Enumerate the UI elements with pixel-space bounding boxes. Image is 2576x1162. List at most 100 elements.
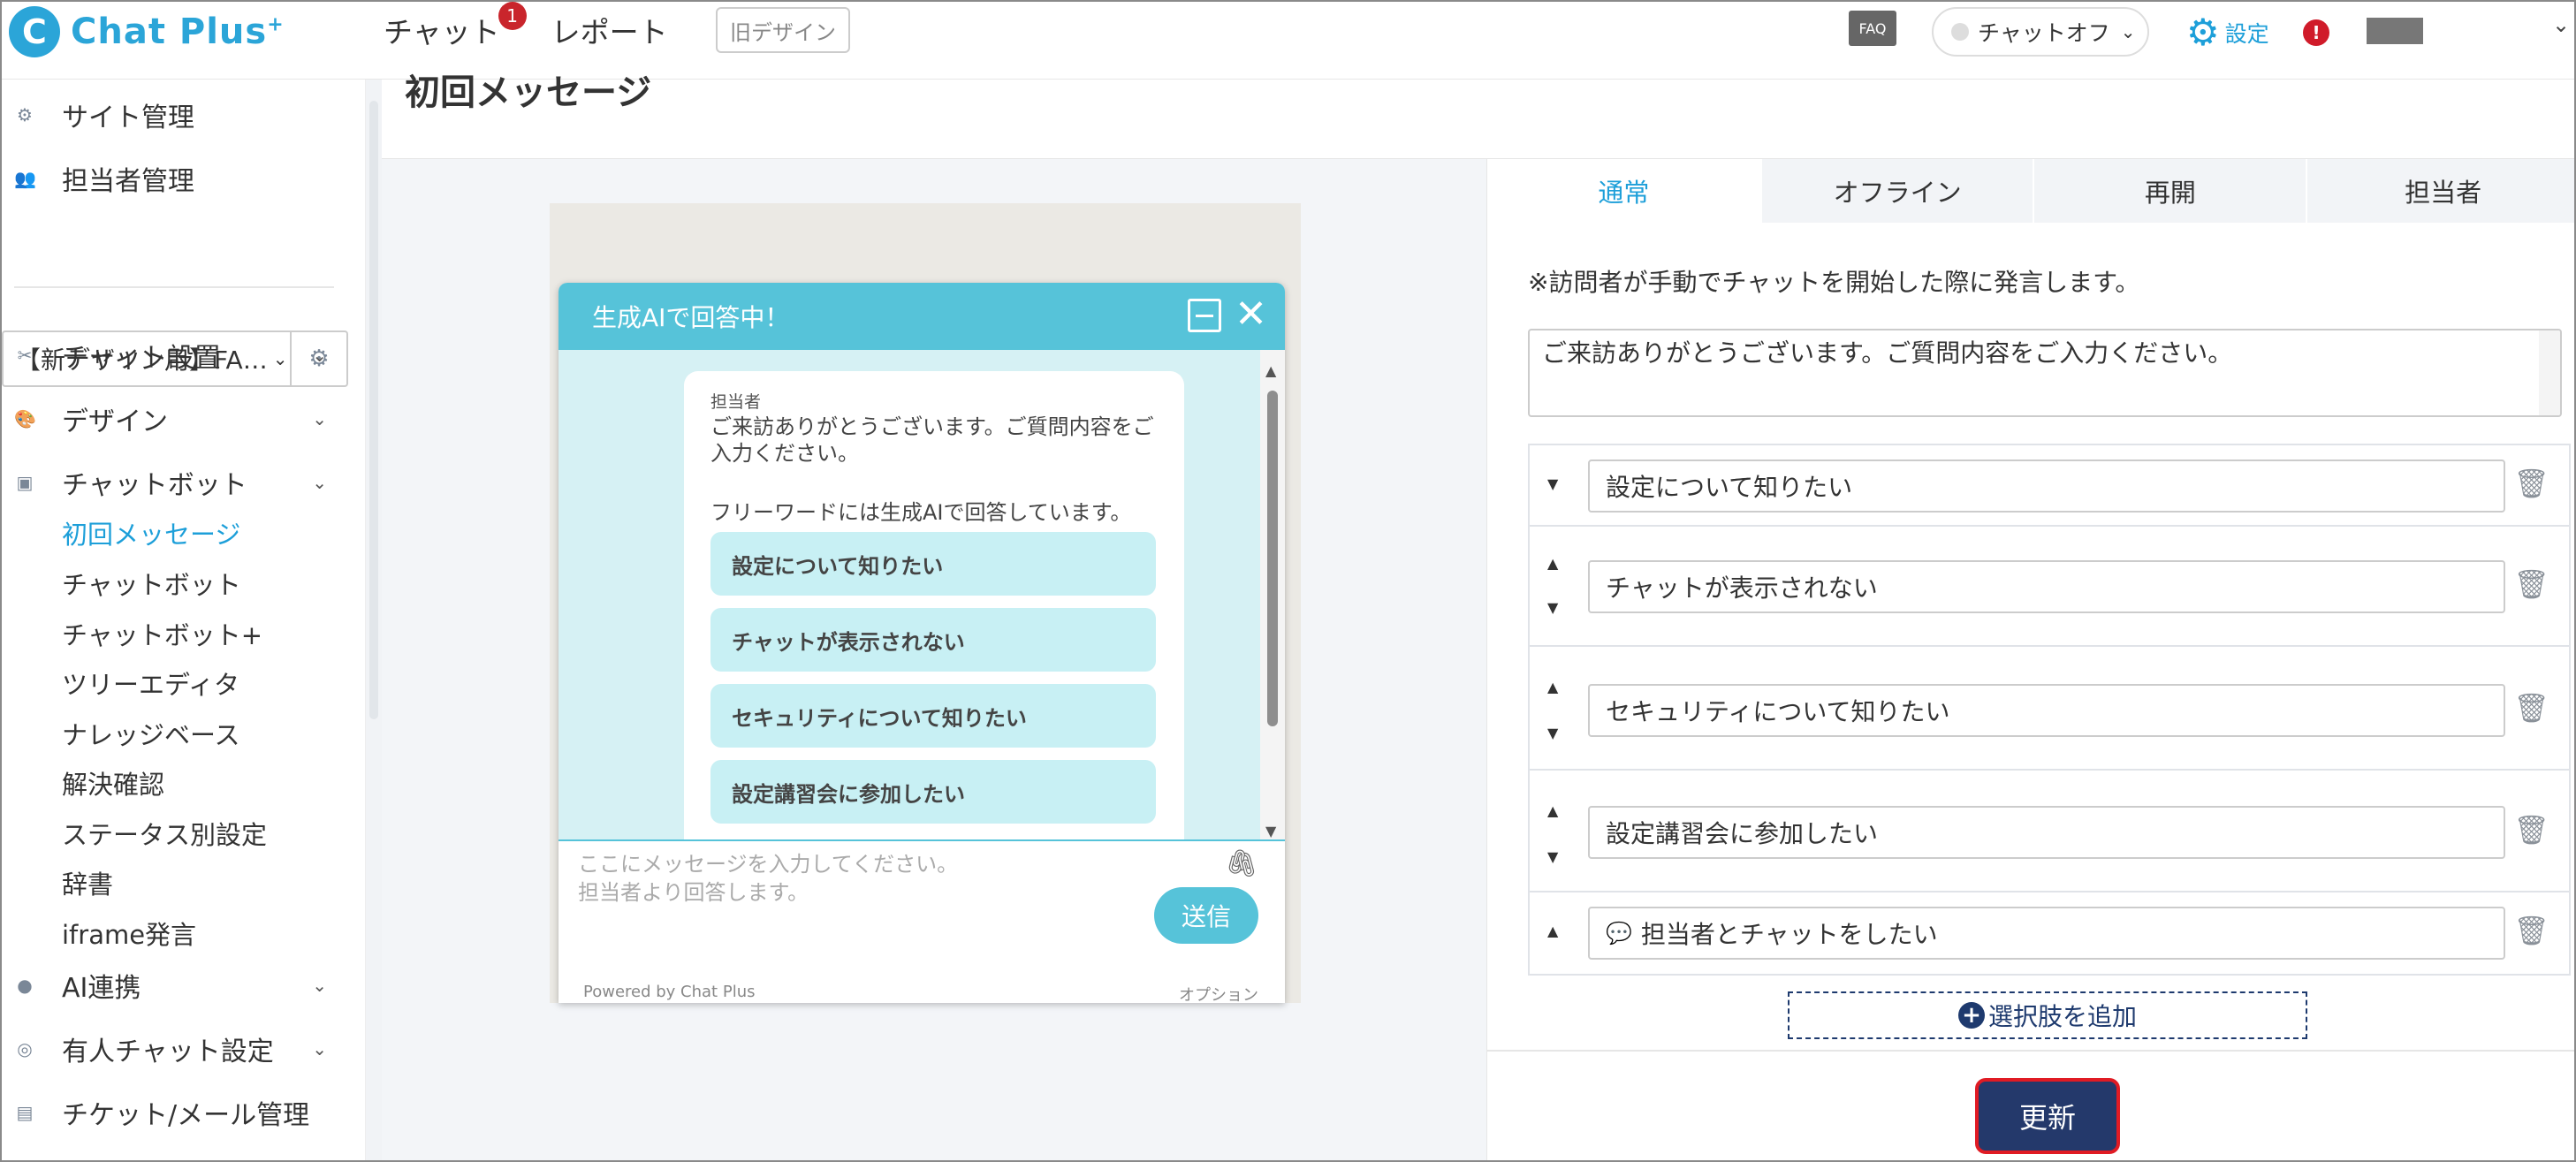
footer-divider xyxy=(1487,1050,2574,1052)
sidebar-item-chat-install[interactable]: ✂ チャット設置 ⌄ xyxy=(2,334,338,376)
first-message-textarea[interactable]: ご来訪ありがとうございます。ご質問内容をご入力ください。 xyxy=(1528,329,2562,417)
top-header: C Chat Plus+ チャット 1 レポート 旧デザイン FAQ チャットオ… xyxy=(2,2,2574,80)
add-choice-button[interactable]: + 選択肢を追加 xyxy=(1788,991,2307,1039)
choice-input[interactable]: チャットが表示されない xyxy=(1588,560,2505,613)
scrollbar-thumb[interactable] xyxy=(1267,391,1278,726)
sidebar-sub-resolution-check[interactable]: 解決確認 xyxy=(62,764,164,801)
sidebar-item-chatbot[interactable]: ▣ チャットボット ⌄ xyxy=(2,461,338,504)
widget-option-button[interactable]: 設定について知りたい xyxy=(710,532,1156,596)
sidebar-sub-chatbot-plus[interactable]: チャットボット+ xyxy=(62,615,262,652)
sidebar-scrollbar[interactable] xyxy=(366,80,382,1160)
logo-text: Chat Plus+ xyxy=(71,11,285,52)
sidebar-sub-tree-editor[interactable]: ツリーエディタ xyxy=(62,665,239,702)
move-up-icon[interactable]: ▲ xyxy=(1547,923,1558,939)
bulb-icon: ● xyxy=(17,975,33,996)
scroll-up-icon[interactable]: ▲ xyxy=(1265,362,1276,379)
chevron-down-icon: ⌄ xyxy=(312,408,327,429)
trash-icon[interactable]: 🗑 xyxy=(2513,467,2549,500)
sidebar-item-live-chat[interactable]: ◎ 有人チャット設定 ⌄ xyxy=(2,1027,338,1071)
scrollbar-thumb[interactable] xyxy=(369,101,378,719)
sidebar-item-label: チケット/メール管理 xyxy=(62,1100,310,1131)
message-input-placeholder[interactable]: ここにメッセージを入力してください。 担当者より回答します。 xyxy=(578,850,958,907)
option-link[interactable]: オプション xyxy=(1179,983,1258,1003)
chevron-down-icon: ⌄ xyxy=(312,1038,327,1059)
choice-input[interactable]: セキュリティについて知りたい xyxy=(1588,684,2505,737)
sidebar-item-staff-management[interactable]: 👥 担当者管理 xyxy=(2,157,338,200)
move-up-icon[interactable]: ▲ xyxy=(1547,802,1558,819)
sidebar-sub-dictionary[interactable]: 辞書 xyxy=(62,864,113,901)
sender-label: 担当者 xyxy=(710,392,762,412)
headset-icon: ◎ xyxy=(17,1038,33,1059)
move-down-icon[interactable]: ▼ xyxy=(1547,475,1558,492)
minimize-icon[interactable] xyxy=(1188,299,1221,332)
app-logo[interactable]: C Chat Plus+ xyxy=(9,6,285,57)
bot-message-text-2: フリーワードには生成AIで回答しています。 xyxy=(710,500,1132,525)
nav-chat[interactable]: チャット 1 xyxy=(384,2,527,51)
choice-row: ▲ ▼ チャットが表示されない 🗑 xyxy=(1530,527,2569,647)
trash-icon[interactable]: 🗑 xyxy=(2513,567,2549,601)
tab-bar: 通常 オフライン 再開 担当者 xyxy=(1487,159,2574,223)
sidebar-sub-status-settings[interactable]: ステータス別設定 xyxy=(62,815,267,852)
widget-input-area[interactable]: ここにメッセージを入力してください。 担当者より回答します。 🖇 送信 Powe… xyxy=(559,839,1285,1003)
choice-row: ▲ 💬 担当者とチャットをしたい 🗑 xyxy=(1530,892,2569,974)
app-frame: C Chat Plus+ チャット 1 レポート 旧デザイン FAQ チャットオ… xyxy=(0,0,2576,1162)
sidebar-item-label: デザイン xyxy=(62,406,168,437)
choice-input[interactable]: 💬 担当者とチャットをしたい xyxy=(1588,907,2505,960)
settings-label: 設定 xyxy=(2224,20,2269,47)
move-down-icon[interactable]: ▼ xyxy=(1547,848,1558,865)
scroll-down-icon[interactable]: ▼ xyxy=(1265,823,1276,839)
first-message-text: ご来訪ありがとうございます。ご質問内容をご入力ください。 xyxy=(1542,338,2233,368)
sidebar-sub-knowledge-base[interactable]: ナレッジベース xyxy=(62,715,240,752)
tab-staff[interactable]: 担当者 xyxy=(2306,159,2574,223)
widget-option-button[interactable]: 設定講習会に参加したい xyxy=(710,760,1156,824)
settings-button[interactable]: ⚙ 設定 xyxy=(2186,11,2269,54)
plus-circle-icon: + xyxy=(1957,1002,1985,1029)
nav-report[interactable]: レポート xyxy=(551,9,668,51)
bot-message-bubble: 担当者 ご来訪ありがとうございます。ご質問内容をご入力ください。 フリーワードに… xyxy=(684,371,1184,839)
choice-input[interactable]: 設定講習会に参加したい xyxy=(1588,806,2505,859)
sidebar-sub-chatbot[interactable]: チャットボット xyxy=(62,565,241,602)
paperclip-icon[interactable]: 🖇 xyxy=(1225,848,1258,879)
move-down-icon[interactable]: ▼ xyxy=(1547,725,1558,741)
tab-offline[interactable]: オフライン xyxy=(1759,159,2033,223)
move-up-icon[interactable]: ▲ xyxy=(1547,679,1558,695)
sidebar-item-site-management[interactable]: ⚙ サイト管理 xyxy=(2,94,338,136)
old-design-button[interactable]: 旧デザイン xyxy=(716,7,850,53)
chat-widget-preview: 生成AIで回答中！ ✕ 担当者 ご来訪ありがとうございます。ご質問内容をご入力く… xyxy=(559,283,1285,1003)
sidebar-item-label: AI連携 xyxy=(62,973,141,1004)
widget-scrollbar[interactable]: ▲ ▼ xyxy=(1260,350,1285,839)
gear-icon: ⚙ xyxy=(17,104,33,125)
tab-resume[interactable]: 再開 xyxy=(2033,159,2306,223)
sidebar-item-ai[interactable]: ● AI連携 ⌄ xyxy=(2,963,338,1007)
trash-icon[interactable]: 🗑 xyxy=(2513,691,2549,725)
tab-normal[interactable]: 通常 xyxy=(1487,159,1760,223)
bot-message-text: ご来訪ありがとうございます。ご質問内容をご入力ください。 xyxy=(710,414,1154,466)
palette-icon: 🎨 xyxy=(14,408,36,429)
close-icon[interactable]: ✕ xyxy=(1235,292,1267,337)
widget-option-button[interactable]: セキュリティについて知りたい xyxy=(710,684,1156,748)
trash-icon[interactable]: 🗑 xyxy=(2513,914,2549,947)
move-down-icon[interactable]: ▼ xyxy=(1547,599,1558,616)
textarea-scrollbar[interactable] xyxy=(2539,330,2560,415)
chat-status-toggle[interactable]: チャットオフ ⌄ xyxy=(1932,7,2149,57)
sidebar-item-design[interactable]: 🎨 デザイン ⌄ xyxy=(2,398,338,440)
faq-icon[interactable]: FAQ xyxy=(1849,11,1896,46)
widget-title: 生成AIで回答中！ xyxy=(592,303,790,332)
widget-body: 担当者 ご来訪ありがとうございます。ご質問内容をご入力ください。 フリーワードに… xyxy=(559,350,1285,839)
move-up-icon[interactable]: ▲ xyxy=(1547,555,1558,572)
sidebar-item-label: 担当者管理 xyxy=(62,166,194,197)
status-dot-icon xyxy=(1951,23,1969,41)
sidebar-sub-iframe-message[interactable]: iframe発言 xyxy=(62,915,196,952)
trash-icon[interactable]: 🗑 xyxy=(2513,813,2549,847)
user-menu-chevron-icon[interactable]: ⌄ xyxy=(2552,12,2570,37)
choice-input[interactable]: 設定について知りたい xyxy=(1588,459,2505,513)
chevron-down-icon: ⌄ xyxy=(312,975,327,996)
update-button[interactable]: 更新 xyxy=(1975,1078,2120,1154)
send-button[interactable]: 送信 xyxy=(1154,887,1258,944)
sidebar-item-ticket[interactable]: ▤ チケット/メール管理 xyxy=(2,1090,338,1135)
choice-row: ▼ 設定について知りたい 🗑 xyxy=(1530,445,2569,527)
user-avatar[interactable] xyxy=(2367,18,2423,44)
alert-icon[interactable]: ! xyxy=(2303,19,2329,46)
widget-option-button[interactable]: チャットが表示されない xyxy=(710,608,1156,672)
sidebar-sub-first-message[interactable]: 初回メッセージ xyxy=(62,514,240,551)
